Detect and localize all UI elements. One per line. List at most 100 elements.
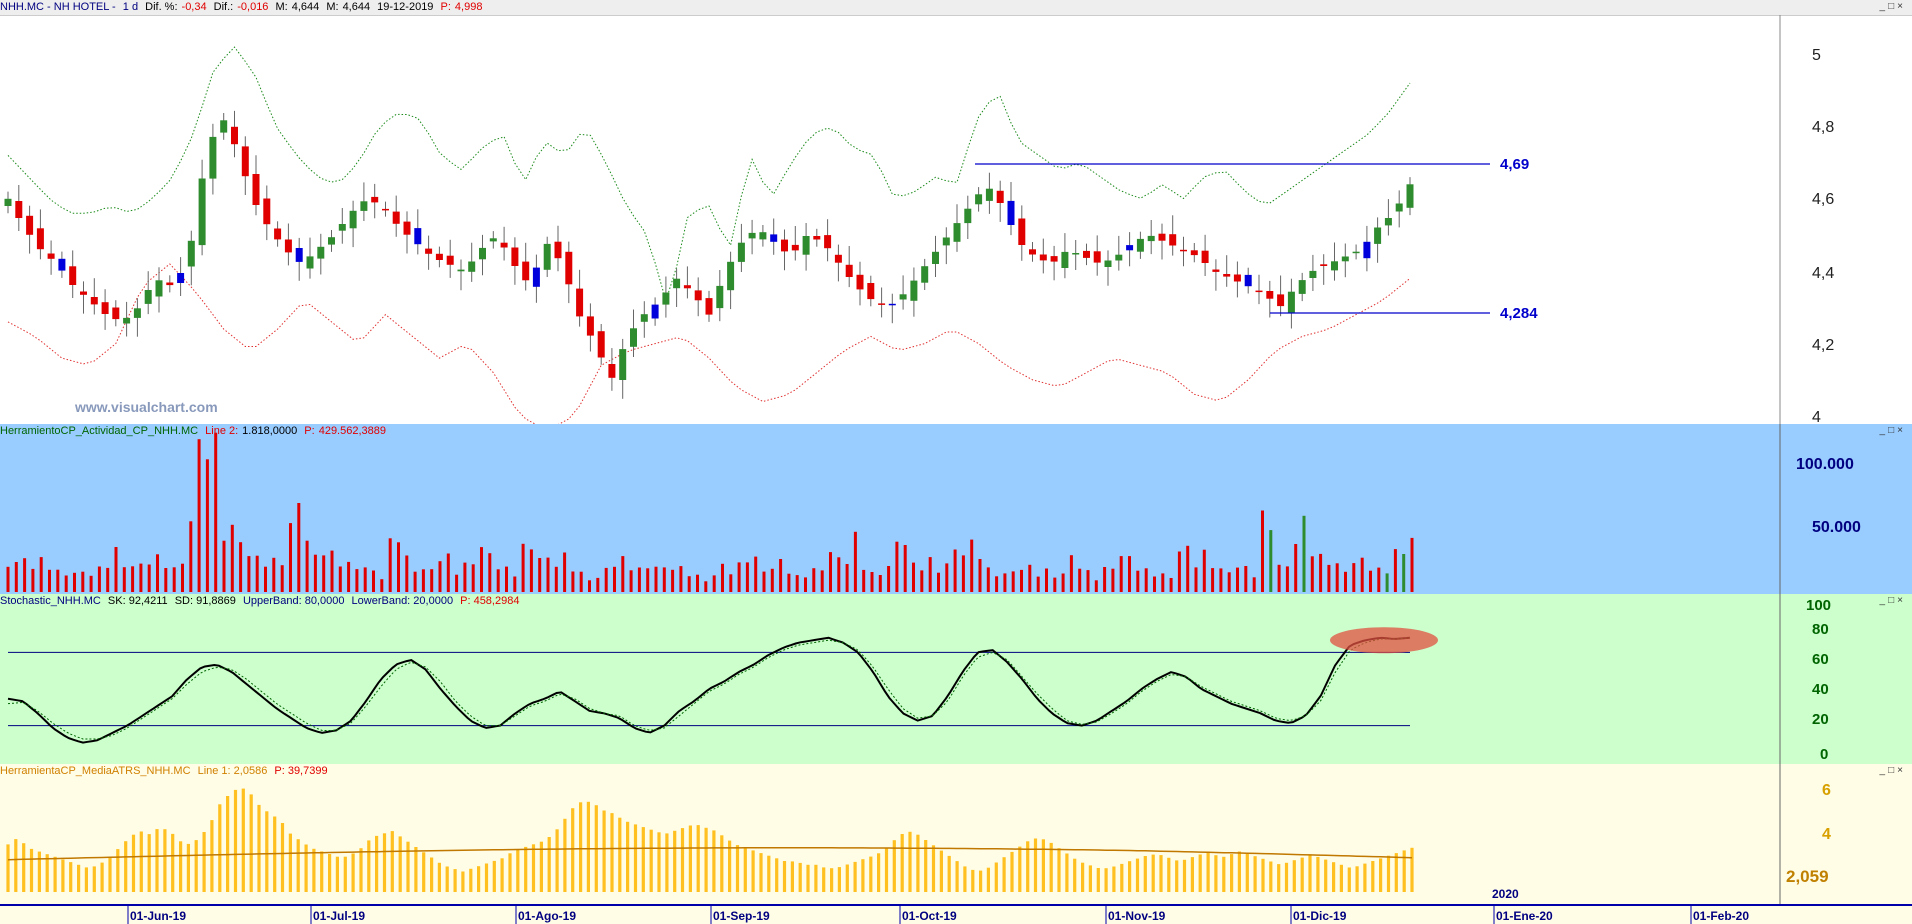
atr-bar bbox=[633, 824, 638, 892]
atr-bar bbox=[602, 810, 606, 892]
volume-bar bbox=[1327, 564, 1331, 592]
x-tick-label: 01-Oct-19 bbox=[902, 909, 957, 923]
atr-bar bbox=[837, 867, 841, 892]
atr-bar bbox=[249, 794, 253, 892]
volume-bar bbox=[421, 569, 425, 592]
volume-bar bbox=[1061, 573, 1065, 592]
candle-body bbox=[489, 238, 497, 242]
volume-bar bbox=[1302, 515, 1306, 592]
candle-body bbox=[953, 223, 961, 242]
volume-bar bbox=[1045, 568, 1048, 592]
atr-bar bbox=[1308, 854, 1312, 892]
volume-bar bbox=[1053, 577, 1057, 592]
atr-bar bbox=[524, 846, 528, 892]
candle-body bbox=[630, 328, 637, 347]
atr-bar bbox=[210, 820, 214, 892]
atr-bar bbox=[477, 866, 481, 892]
volume-bar bbox=[961, 555, 965, 592]
atr-bar bbox=[986, 867, 990, 892]
volume-bar bbox=[521, 543, 525, 592]
atr-bar bbox=[555, 829, 559, 892]
candle-body bbox=[144, 290, 152, 304]
candle-body bbox=[532, 267, 540, 287]
volume-bar bbox=[1069, 555, 1073, 592]
volume-bar bbox=[1136, 570, 1140, 592]
candle-body bbox=[748, 232, 756, 239]
x-tick-label: 01-Dic-19 bbox=[1293, 909, 1347, 923]
atr-bar bbox=[1057, 848, 1061, 892]
candle-body bbox=[964, 208, 972, 224]
volume-bar bbox=[89, 575, 93, 592]
candle-body bbox=[306, 256, 314, 269]
candle-body bbox=[824, 235, 832, 249]
atr-bar bbox=[845, 864, 849, 892]
candle-body bbox=[813, 236, 821, 240]
volume-bar bbox=[1169, 578, 1173, 592]
volume-bar bbox=[820, 570, 824, 592]
candle-body bbox=[910, 280, 918, 301]
atr-bar bbox=[971, 869, 975, 892]
price-ytick: 4,8 bbox=[1812, 119, 1834, 136]
volume-bar bbox=[621, 556, 625, 592]
candle-body bbox=[867, 283, 875, 300]
candle-body bbox=[1309, 270, 1317, 278]
atr-bar bbox=[1167, 857, 1171, 892]
atr-bar bbox=[775, 858, 779, 892]
volume-bar bbox=[139, 563, 143, 592]
volume-bar bbox=[729, 574, 733, 592]
atr-bar bbox=[1324, 859, 1328, 892]
candle-body bbox=[802, 236, 810, 255]
volume-bar bbox=[488, 553, 492, 592]
volume-bar bbox=[978, 559, 982, 592]
volume-bar bbox=[721, 563, 724, 592]
candle-body bbox=[1320, 264, 1328, 266]
atr-bar bbox=[1371, 861, 1375, 892]
candle-body bbox=[231, 126, 238, 145]
atr-bar bbox=[1300, 857, 1304, 892]
atr-bar bbox=[280, 823, 285, 892]
candle-body bbox=[1255, 290, 1263, 293]
volume-bar bbox=[48, 569, 51, 592]
candle-body bbox=[403, 221, 411, 235]
atr-bar bbox=[492, 860, 496, 892]
volume-bar bbox=[405, 555, 409, 592]
volume-bar bbox=[970, 539, 974, 592]
atr-bar bbox=[547, 837, 551, 892]
volume-bar bbox=[637, 567, 641, 592]
volume-bar bbox=[39, 557, 43, 592]
atr-bar bbox=[1104, 868, 1108, 892]
atr-chart: 2020 6 4 2,059 bbox=[6, 764, 1831, 904]
price-chart: 4,69 4,284 www.visualchart.com 5 4,8 4,6… bbox=[4, 15, 1834, 424]
atr-bar bbox=[1151, 854, 1155, 892]
volume-bar bbox=[770, 568, 774, 592]
stochastic-pane: Stochastic_NHH.MC SK: 92,4211 SD: 91,886… bbox=[0, 594, 1912, 765]
x-tick-label: 01-Ene-20 bbox=[1496, 909, 1553, 923]
candle-body bbox=[338, 224, 346, 231]
price-pane: NHH.MC - NH HOTEL - 1 d Dif. %: -0,34 Dif… bbox=[0, 0, 1912, 425]
highlight-ellipse bbox=[1330, 627, 1438, 654]
volume-bar bbox=[172, 567, 176, 592]
atr-bar bbox=[179, 841, 183, 892]
candle-body bbox=[101, 302, 109, 314]
volume-bar bbox=[1003, 573, 1007, 592]
candle-body bbox=[791, 244, 799, 251]
atr-bar bbox=[618, 817, 622, 892]
candle-body bbox=[360, 201, 368, 211]
atr-bar bbox=[1159, 855, 1163, 892]
volume-bar bbox=[662, 567, 666, 592]
atr-bar bbox=[673, 830, 677, 892]
atr-bar bbox=[767, 855, 771, 892]
volume-bar bbox=[1211, 568, 1215, 592]
candle-body bbox=[349, 210, 357, 229]
atr-bar bbox=[853, 861, 857, 892]
volume-bar bbox=[264, 566, 267, 592]
candle-body bbox=[1147, 235, 1155, 242]
volume-bar bbox=[1094, 580, 1098, 592]
volume-bar bbox=[1227, 572, 1231, 592]
volume-bar bbox=[272, 557, 276, 592]
stochastic-chart: 100 80 60 40 20 0 bbox=[7, 594, 1831, 764]
volume-bar bbox=[654, 566, 658, 592]
candle-body bbox=[479, 247, 486, 260]
volume-bar bbox=[363, 567, 367, 592]
volume-bar bbox=[1194, 567, 1198, 592]
